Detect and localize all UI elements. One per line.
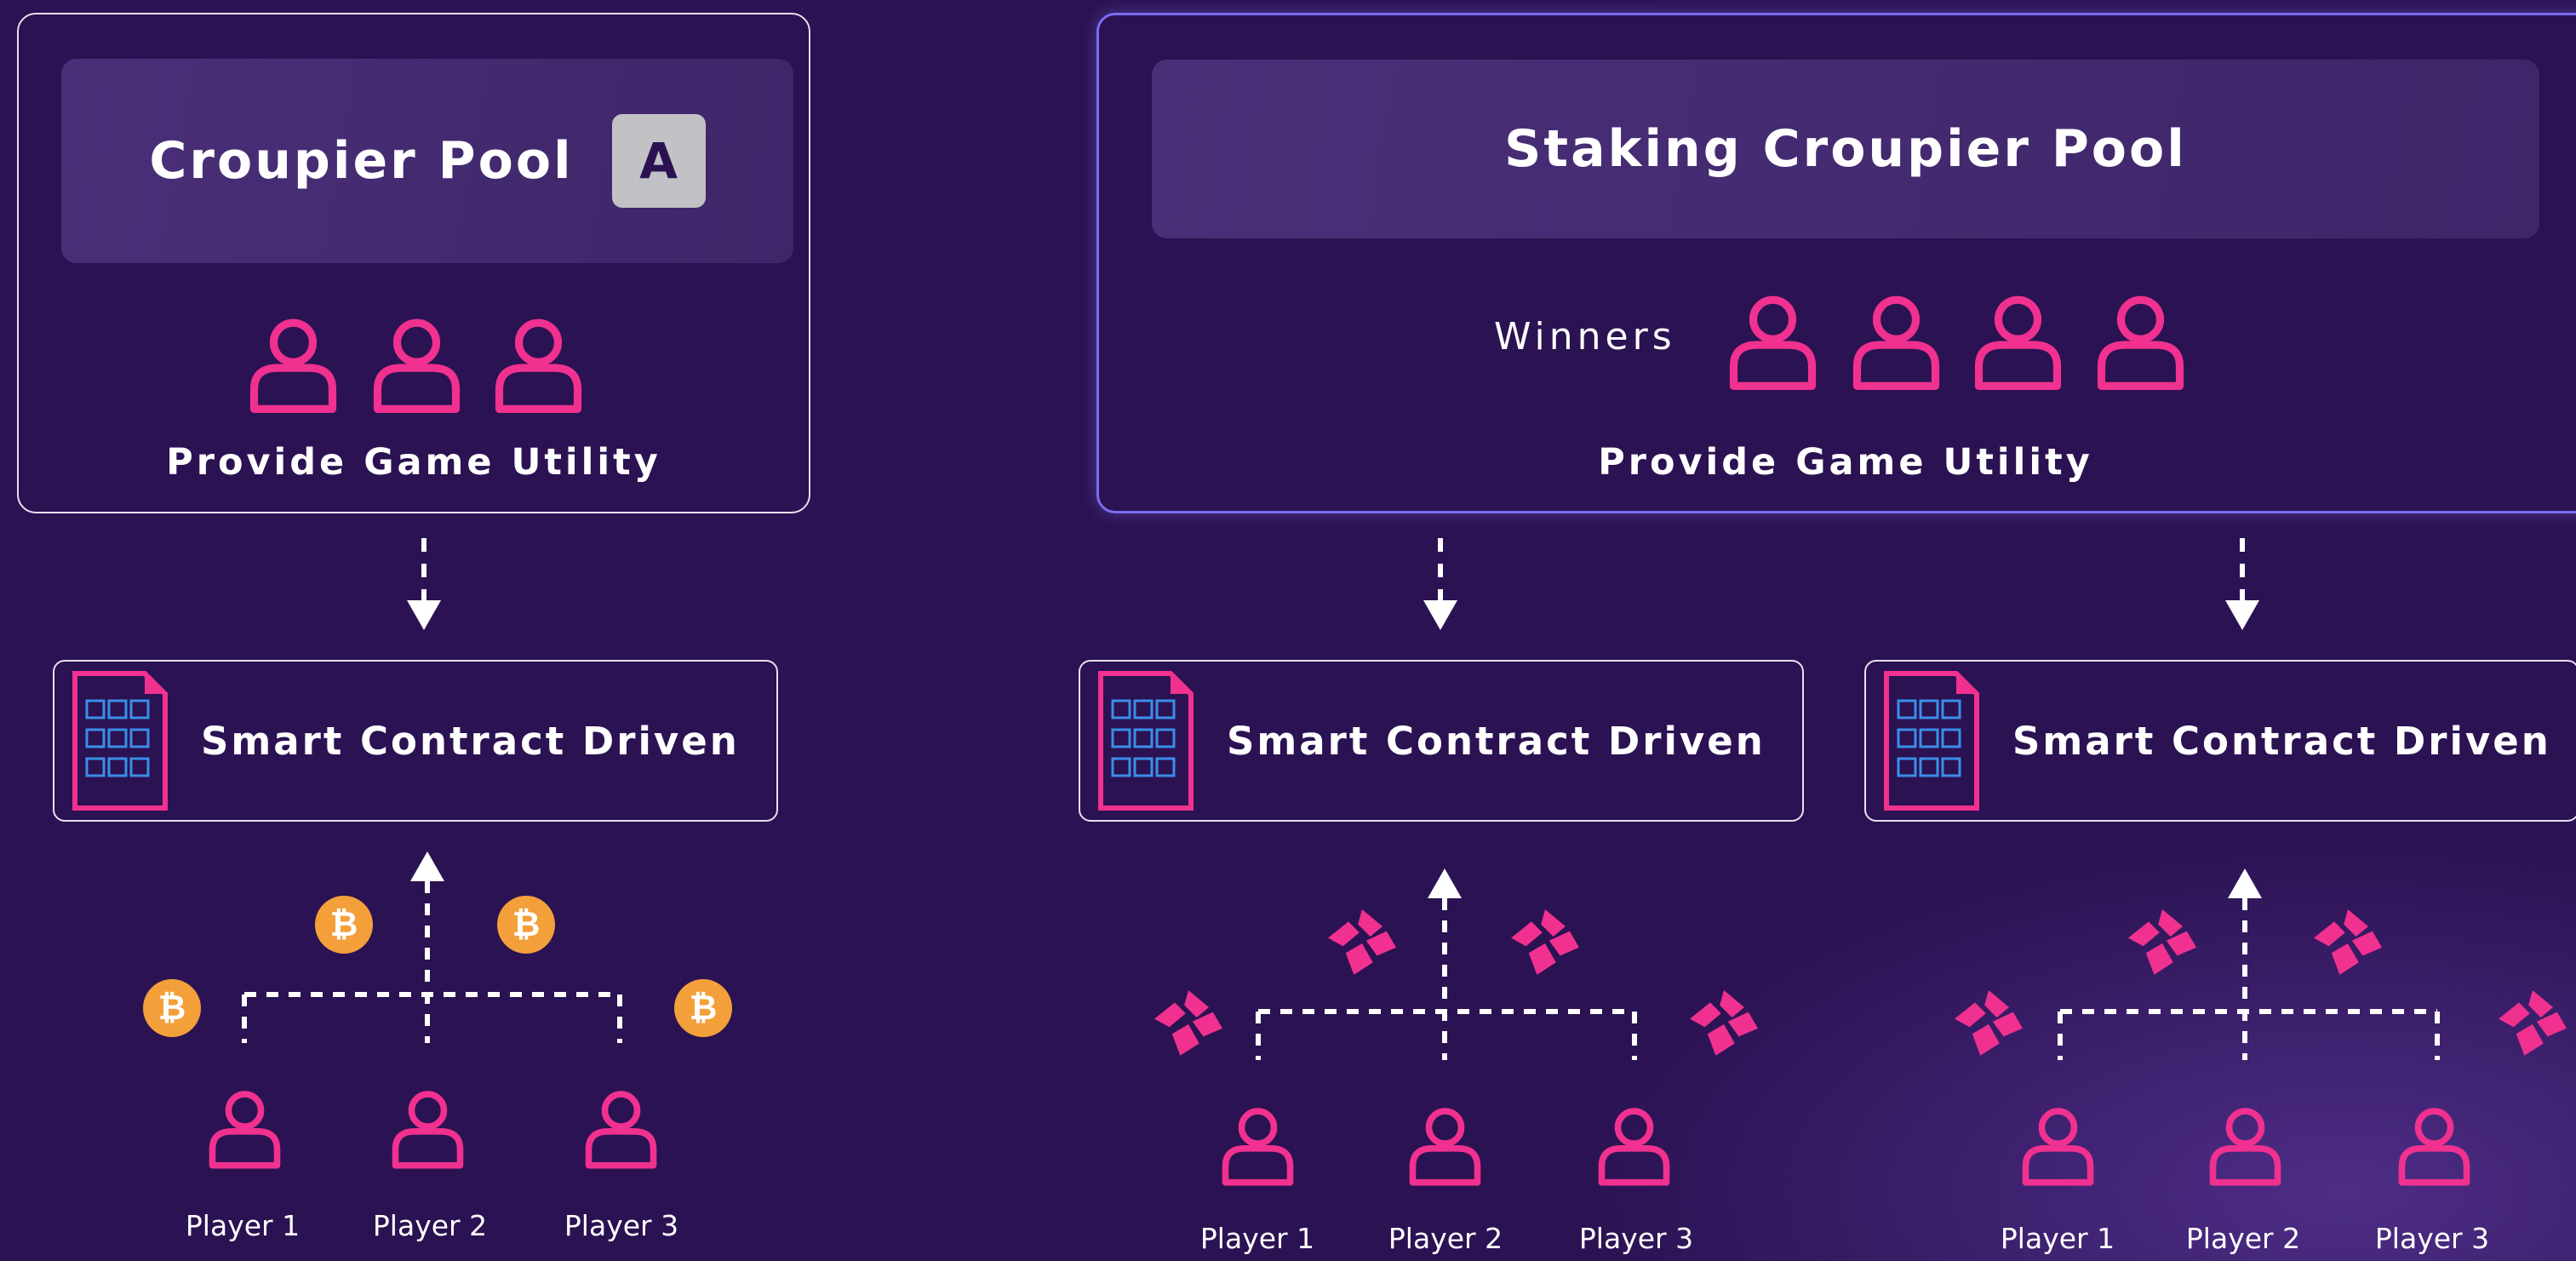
winner-person-icon	[1858, 300, 1936, 386]
pink-token-icon	[1955, 990, 2023, 1056]
diagram-graphics	[0, 0, 2567, 1261]
winner-person-icon	[2102, 300, 2180, 386]
player-person-icon	[1226, 1111, 1291, 1183]
down-arrow-icon	[2225, 600, 2259, 630]
up-arrow-icon	[1428, 868, 1462, 898]
down-arrow-icon	[407, 600, 441, 630]
winner-person-icon	[1734, 300, 1812, 386]
pink-token-icon	[2128, 909, 2196, 975]
player-person-icon	[396, 1094, 461, 1166]
up-arrow-icon	[410, 851, 444, 881]
pink-token-icon	[2499, 990, 2567, 1056]
player-person-icon	[2026, 1111, 2091, 1183]
croupier-person-icon	[500, 323, 578, 409]
down-arrow-icon	[1423, 600, 1457, 630]
pink-token-icon	[1328, 909, 1396, 975]
player-person-icon	[2402, 1111, 2467, 1183]
pink-token-icon	[2314, 909, 2382, 975]
pink-token-icon	[1154, 990, 1222, 1056]
player-person-icon	[2213, 1111, 2278, 1183]
pink-token-icon	[1690, 990, 1758, 1056]
croupier-person-icon	[255, 323, 333, 409]
player-person-icon	[213, 1094, 278, 1166]
pink-token-icon	[1511, 909, 1579, 975]
player-person-icon	[1413, 1111, 1478, 1183]
player-person-icon	[1602, 1111, 1667, 1183]
player-person-icon	[589, 1094, 654, 1166]
winner-person-icon	[1979, 300, 2058, 386]
up-arrow-icon	[2228, 868, 2262, 898]
croupier-person-icon	[378, 323, 456, 409]
